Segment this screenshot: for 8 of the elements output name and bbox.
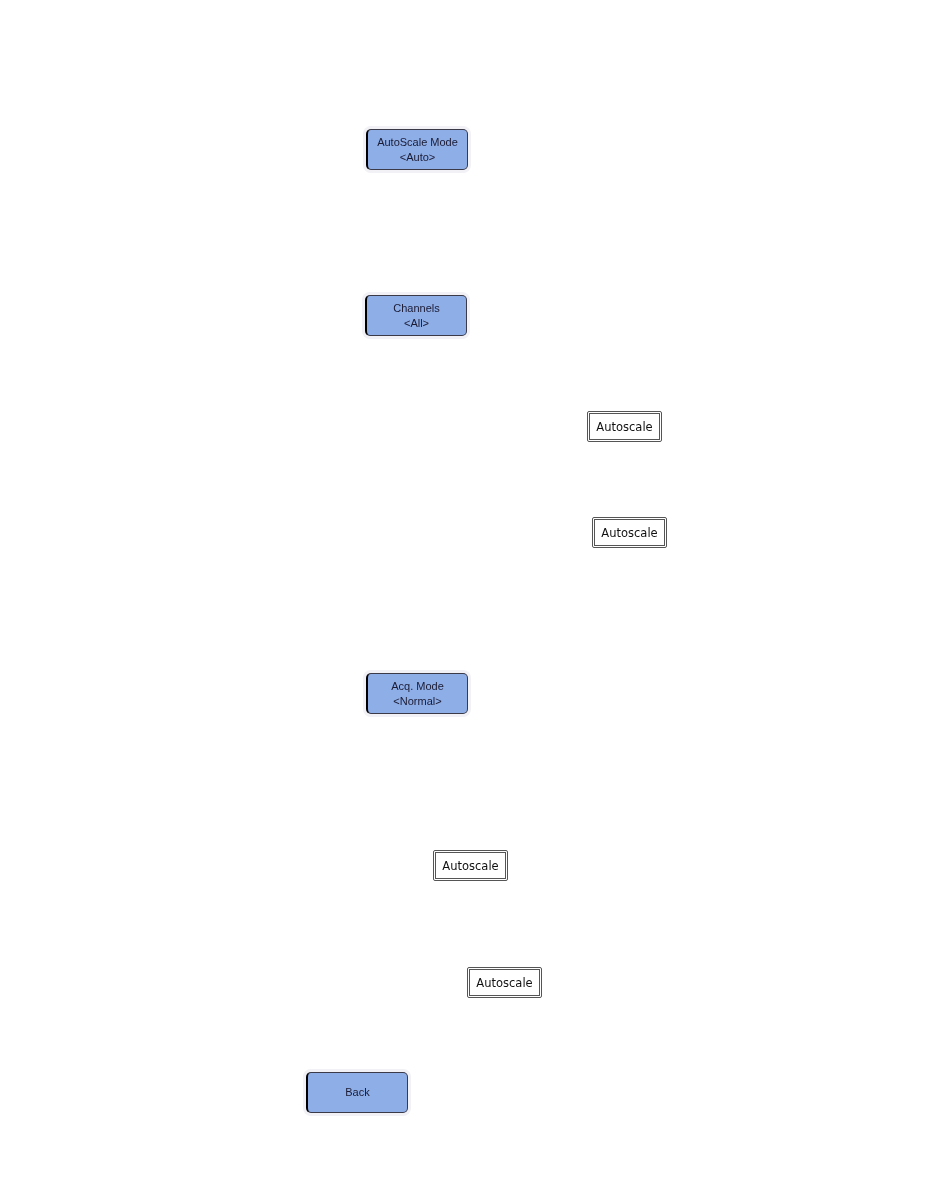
autoscale-key-button[interactable]: Autoscale bbox=[433, 850, 508, 881]
softkey-button[interactable]: Channels <All> bbox=[365, 295, 467, 336]
softkey-button[interactable]: AutoScale Mode <Auto> bbox=[366, 129, 468, 170]
softkey-button[interactable]: Acq. Mode <Normal> bbox=[366, 673, 468, 714]
autoscale-key-button[interactable]: Autoscale bbox=[592, 517, 667, 548]
autoscale-key-button[interactable]: Autoscale bbox=[467, 967, 542, 998]
autoscale-key-button[interactable]: Autoscale bbox=[587, 411, 662, 442]
softkey-button[interactable]: Back bbox=[306, 1072, 408, 1113]
